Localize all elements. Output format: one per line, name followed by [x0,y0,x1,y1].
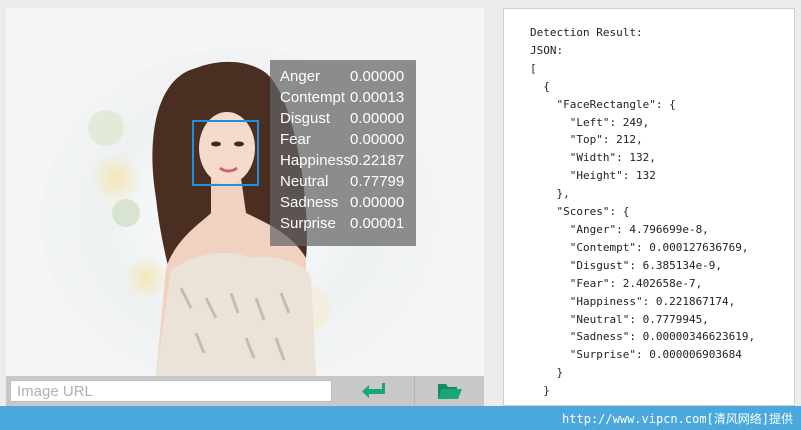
browse-file-button[interactable] [414,376,484,406]
score-row: Surprise 0.00001 [280,213,416,234]
score-row: Neutral 0.77799 [280,171,416,192]
emotion-label: Anger [280,68,321,85]
emotion-label: Contempt [280,89,346,106]
score-row: Sadness 0.00000 [280,192,416,213]
score-row: Happiness 0.22187 [280,150,416,171]
score-row: Fear 0.00000 [280,129,416,150]
score-row: Disgust 0.00000 [280,108,416,129]
score-row: Anger 0.00000 [280,66,416,87]
score-row: Contempt 0.00013 [280,87,416,108]
image-panel: Anger 0.00000 Contempt 0.00013 Disgust 0… [6,8,484,406]
emotion-label: Fear [280,131,311,148]
url-toolbar [6,376,484,406]
emotion-label: Sadness [280,194,339,211]
emotion-score: 0.77799 [350,173,405,190]
detection-result-json: Detection Result: JSON: [ { "FaceRectang… [530,26,756,398]
footer-bar: http://www.vipcn.com[清风网络]提供 [0,406,801,430]
image-url-input[interactable] [10,380,332,402]
submit-url-button[interactable] [336,376,412,406]
emotion-label: Neutral [280,173,329,190]
emotion-score: 0.00013 [350,89,405,106]
emotion-score: 0.00000 [350,110,405,127]
folder-open-icon [437,384,462,399]
emotion-label: Disgust [280,110,331,127]
emotion-label: Happiness [280,152,351,169]
face-rectangle [192,120,259,186]
emotion-label: Surprise [280,215,336,232]
emotion-score: 0.00000 [350,68,405,85]
footer-credit: http://www.vipcn.com[清风网络]提供 [562,412,793,426]
emotion-score: 0.00000 [350,194,405,211]
emotion-score: 0.22187 [350,152,405,169]
emotion-score: 0.00000 [350,131,405,148]
detection-result-panel: Detection Result: JSON: [ { "FaceRectang… [503,8,795,406]
emotion-scores-overlay: Anger 0.00000 Contempt 0.00013 Disgust 0… [270,60,416,246]
photo-area: Anger 0.00000 Contempt 0.00013 Disgust 0… [6,8,484,376]
emotion-score: 0.00001 [350,215,405,232]
enter-arrow-icon [362,383,385,398]
